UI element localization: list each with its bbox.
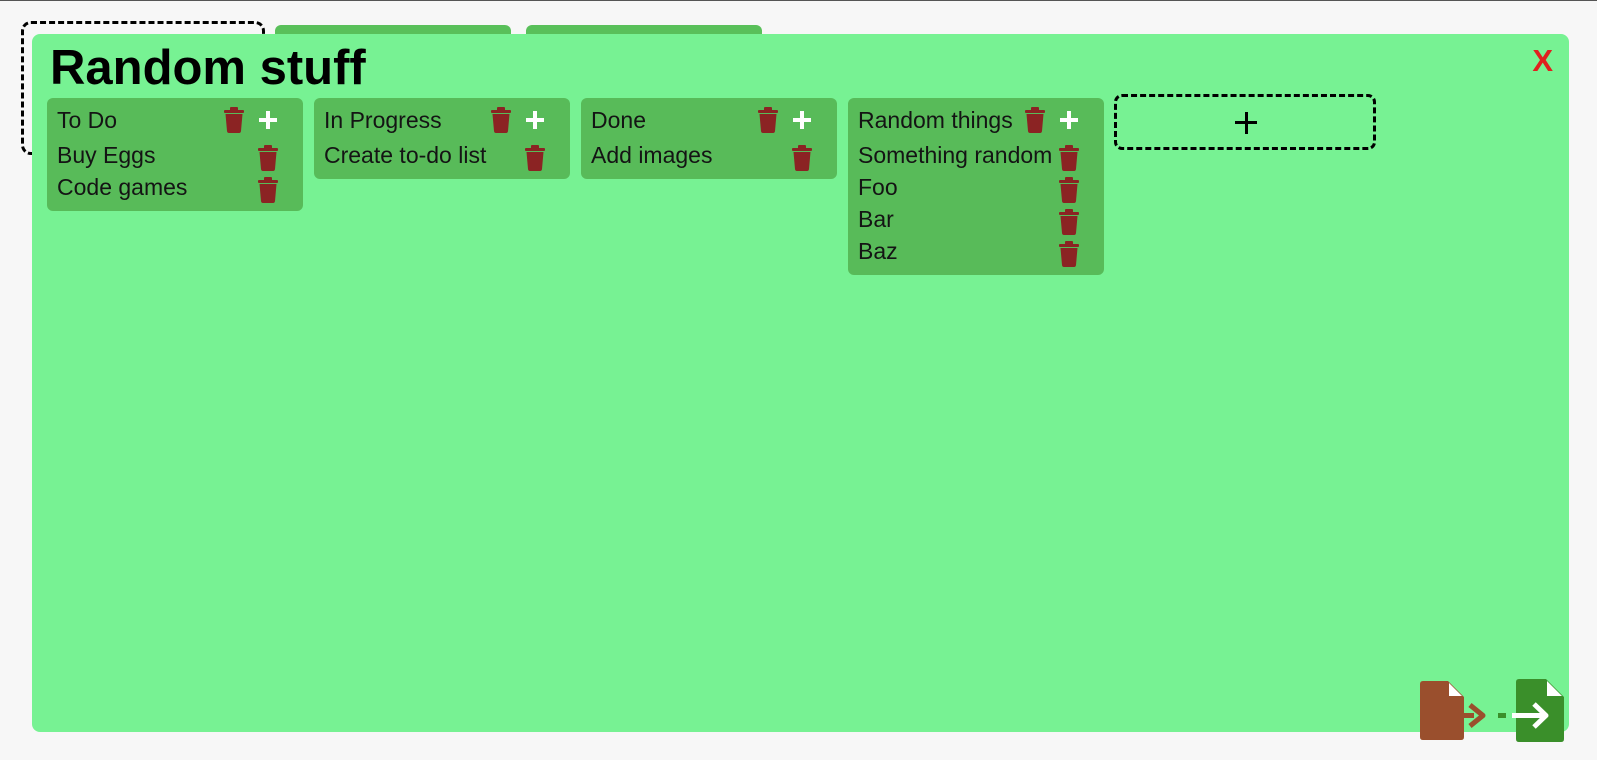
delete-item-button[interactable] xyxy=(1058,209,1080,235)
trash-icon xyxy=(1059,209,1079,235)
list-title[interactable]: To Do xyxy=(57,107,117,133)
trash-icon xyxy=(1025,107,1045,133)
trash-icon xyxy=(758,107,778,133)
list-item-text[interactable]: Create to-do list xyxy=(324,139,520,171)
export-button[interactable] xyxy=(1420,681,1488,741)
list-item-text[interactable]: Bar xyxy=(858,203,1054,235)
list-item-text[interactable]: Add images xyxy=(591,139,787,171)
add-item-button[interactable] xyxy=(791,109,813,131)
delete-item-button[interactable] xyxy=(1058,177,1080,203)
delete-item-button[interactable] xyxy=(1058,241,1080,267)
board-panel: Random stuff X To Do Buy Eggs Code games… xyxy=(32,34,1569,732)
trash-icon xyxy=(224,107,244,133)
trash-icon xyxy=(258,145,278,171)
delete-item-button[interactable] xyxy=(257,177,279,203)
add-item-button[interactable] xyxy=(257,109,279,131)
list-item: Something random xyxy=(858,139,1094,171)
list-item: Foo xyxy=(858,171,1094,203)
list-item: Create to-do list xyxy=(324,139,560,171)
add-item-button[interactable] xyxy=(1058,109,1080,131)
delete-list-button[interactable] xyxy=(223,107,245,133)
item-list: Buy Eggs Code games xyxy=(57,139,293,203)
list-item-text[interactable]: Baz xyxy=(858,235,1054,267)
delete-item-button[interactable] xyxy=(1058,145,1080,171)
list-title[interactable]: In Progress xyxy=(324,107,442,133)
list-header: In Progress xyxy=(324,105,560,135)
delete-list-button[interactable] xyxy=(490,107,512,133)
list-item: Buy Eggs xyxy=(57,139,293,171)
list-item-text[interactable]: Code games xyxy=(57,171,253,203)
trash-icon xyxy=(525,145,545,171)
trash-icon xyxy=(1059,241,1079,267)
list-title[interactable]: Random things xyxy=(858,107,1013,133)
list-item-text[interactable]: Buy Eggs xyxy=(57,139,253,171)
list-item: Baz xyxy=(858,235,1094,267)
list-card: In Progress Create to-do list xyxy=(314,98,570,179)
add-list-button[interactable] xyxy=(1114,94,1376,150)
board-title: Random stuff xyxy=(50,41,366,95)
list-item: Add images xyxy=(591,139,827,171)
file-export-icon xyxy=(1420,681,1486,740)
delete-list-button[interactable] xyxy=(757,107,779,133)
delete-item-button[interactable] xyxy=(791,145,813,171)
trash-icon xyxy=(258,177,278,203)
list-card: To Do Buy Eggs Code games xyxy=(47,98,303,211)
list-card: Random things Something random Foo Bar B… xyxy=(848,98,1104,275)
list-item-text[interactable]: Foo xyxy=(858,171,1054,203)
list-item-text[interactable]: Something random xyxy=(858,139,1054,171)
import-button[interactable] xyxy=(1498,679,1566,743)
close-board-button[interactable]: X xyxy=(1532,42,1553,79)
list-card: Done Add images xyxy=(581,98,837,179)
list-header: To Do xyxy=(57,105,293,135)
trash-icon xyxy=(491,107,511,133)
item-list: Create to-do list xyxy=(324,139,560,171)
trash-icon xyxy=(1059,177,1079,203)
delete-list-button[interactable] xyxy=(1024,107,1046,133)
item-list: Add images xyxy=(591,139,827,171)
list-item: Code games xyxy=(57,171,293,203)
trash-icon xyxy=(792,145,812,171)
list-header: Random things xyxy=(858,105,1094,135)
list-item: Bar xyxy=(858,203,1094,235)
delete-item-button[interactable] xyxy=(524,145,546,171)
add-item-button[interactable] xyxy=(524,109,546,131)
trash-icon xyxy=(1059,145,1079,171)
list-header: Done xyxy=(591,105,827,135)
item-list: Something random Foo Bar Baz xyxy=(858,139,1094,267)
file-import-icon xyxy=(1498,679,1564,742)
list-title[interactable]: Done xyxy=(591,107,646,133)
delete-item-button[interactable] xyxy=(257,145,279,171)
